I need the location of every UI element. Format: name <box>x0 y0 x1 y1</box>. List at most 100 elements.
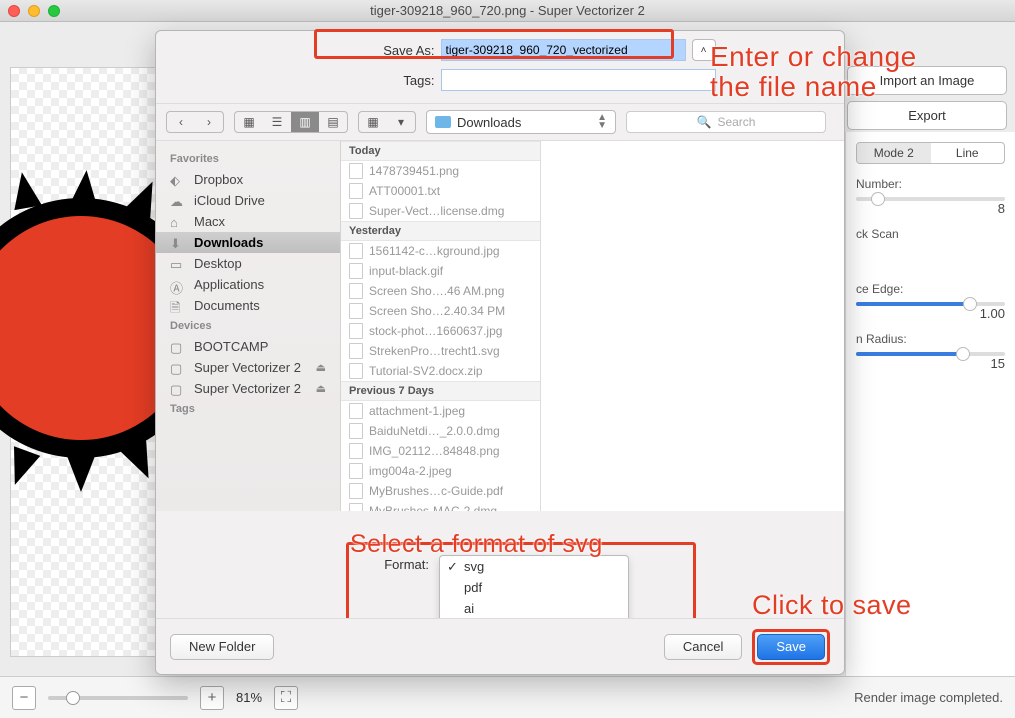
file-icon <box>349 323 363 339</box>
file-icon <box>349 203 363 219</box>
sheet-footer: New Folder Cancel Save <box>156 618 844 674</box>
tab-mode2[interactable]: Mode 2 <box>857 143 931 163</box>
sidebar-header-tags: Tags <box>156 399 340 419</box>
file-item[interactable]: ATT00001.txt <box>341 181 540 201</box>
mode-tabs[interactable]: Mode 2 Line <box>856 142 1005 164</box>
file-item[interactable]: MyBrushes…c-Guide.pdf <box>341 481 540 501</box>
nav-back-forward[interactable]: ‹› <box>166 111 224 133</box>
file-name: 1478739451.png <box>369 164 459 178</box>
file-item[interactable]: Tutorial-SV2.docx.zip <box>341 361 540 381</box>
eject-icon: ⏏ <box>316 361 326 374</box>
sidebar-item-desktop[interactable]: ▭Desktop <box>156 253 340 274</box>
file-icon <box>349 263 363 279</box>
annotation-text-format: Select a format of svg <box>350 530 603 559</box>
new-folder-button[interactable]: New Folder <box>170 634 274 660</box>
sidebar-item-sv2-1[interactable]: ▢Super Vectorizer 2⏏ <box>156 357 340 378</box>
window-title: tiger-309218_960_720.png - Super Vectori… <box>0 3 1015 18</box>
file-column[interactable]: Today 1478739451.png ATT00001.txt Super-Vec… <box>341 141 541 511</box>
file-name: Tutorial-SV2.docx.zip <box>369 364 483 378</box>
window-titlebar: tiger-309218_960_720.png - Super Vectori… <box>0 0 1015 22</box>
format-option[interactable]: svg <box>440 556 628 577</box>
format-option[interactable]: pdf <box>440 577 628 598</box>
file-name: Super-Vect…license.dmg <box>369 204 504 218</box>
view-mode-segment[interactable]: ▦☰▥▤ <box>234 111 348 133</box>
radius-slider[interactable] <box>856 352 1005 356</box>
file-item[interactable]: StrekenPro…trecht1.svg <box>341 341 540 361</box>
file-item[interactable]: IMG_02112…84848.png <box>341 441 540 461</box>
tags-input[interactable] <box>441 69 716 91</box>
search-placeholder: Search <box>717 115 755 129</box>
sidebar-item-icloud[interactable]: ☁iCloud Drive <box>156 190 340 211</box>
file-item[interactable]: 1478739451.png <box>341 161 540 181</box>
zoom-in-button[interactable]: + <box>200 686 224 710</box>
file-item[interactable]: MyBrushes-MAC-2.dmg <box>341 501 540 511</box>
file-icon <box>349 503 363 511</box>
zoom-slider[interactable] <box>48 696 188 700</box>
file-preview <box>541 141 844 511</box>
file-name: IMG_02112…84848.png <box>369 444 500 458</box>
file-name: 1561142-c…kground.jpg <box>369 244 500 258</box>
file-group-header: Previous 7 Days <box>341 381 540 401</box>
file-item[interactable]: Screen Sho….46 AM.png <box>341 281 540 301</box>
arrange-menu[interactable]: ▦▾ <box>358 111 416 133</box>
file-name: StrekenPro…trecht1.svg <box>369 344 500 358</box>
updown-icon: ▲▼ <box>597 114 607 130</box>
view-columns-icon: ▥ <box>291 112 319 132</box>
file-icon <box>349 183 363 199</box>
file-icon <box>349 423 363 439</box>
view-coverflow-icon: ▤ <box>319 112 347 132</box>
file-item[interactable]: img004a-2.jpeg <box>341 461 540 481</box>
file-item[interactable]: Screen Sho…2.40.34 PM <box>341 301 540 321</box>
sidebar-item-sv2-2[interactable]: ▢Super Vectorizer 2⏏ <box>156 378 340 399</box>
file-name: BaiduNetdi…_2.0.0.dmg <box>369 424 500 438</box>
file-item[interactable]: 1561142-c…kground.jpg <box>341 241 540 261</box>
annotation-text-filename: Enter or change the file name <box>710 42 917 102</box>
sidebar: Favorites ⬖Dropbox ☁iCloud Drive ⌂Macx ⬇… <box>156 141 341 511</box>
scan-label: ck Scan <box>856 227 899 241</box>
tab-line[interactable]: Line <box>931 143 1005 163</box>
zoom-out-button[interactable]: − <box>12 686 36 710</box>
file-item[interactable]: BaiduNetdi…_2.0.0.dmg <box>341 421 540 441</box>
file-group-header: Today <box>341 141 540 161</box>
export-button[interactable]: Export <box>847 101 1007 130</box>
sidebar-item-macx[interactable]: ⌂Macx <box>156 211 340 232</box>
disk-icon: ▢ <box>170 361 186 375</box>
search-field[interactable]: 🔍 Search <box>626 111 826 133</box>
save-button[interactable]: Save <box>757 634 825 660</box>
file-item[interactable]: attachment-1.jpeg <box>341 401 540 421</box>
fit-screen-button[interactable]: ⛶ <box>274 686 298 710</box>
file-name: Screen Sho…2.40.34 PM <box>369 304 505 318</box>
file-name: input-black.gif <box>369 264 443 278</box>
folder-popup[interactable]: Downloads ▲▼ <box>426 110 616 134</box>
save-sheet: Save As: ˄ Tags: ‹› ▦☰▥▤ ▦▾ Downloads ▲▼… <box>155 30 845 675</box>
view-icon-grid-icon: ▦ <box>235 112 263 132</box>
cancel-button[interactable]: Cancel <box>664 634 742 660</box>
dropbox-icon: ⬖ <box>170 173 186 187</box>
format-option[interactable]: ai <box>440 598 628 619</box>
tags-label: Tags: <box>375 73 435 88</box>
annotation-box-saveas <box>314 29 674 59</box>
file-icon <box>349 463 363 479</box>
sidebar-item-downloads[interactable]: ⬇Downloads <box>156 232 340 253</box>
file-item[interactable]: input-black.gif <box>341 261 540 281</box>
file-item[interactable]: Super-Vect…license.dmg <box>341 201 540 221</box>
documents-icon: 🗎 <box>170 299 186 313</box>
file-icon <box>349 283 363 299</box>
disk-icon: ▢ <box>170 340 186 354</box>
file-name: stock-phot…1660637.jpg <box>369 324 502 338</box>
sidebar-item-bootcamp[interactable]: ▢BOOTCAMP <box>156 336 340 357</box>
file-icon <box>349 243 363 259</box>
edge-slider[interactable] <box>856 302 1005 306</box>
sidebar-item-dropbox[interactable]: ⬖Dropbox <box>156 169 340 190</box>
file-item[interactable]: stock-phot…1660637.jpg <box>341 321 540 341</box>
sidebar-item-applications[interactable]: ⒶApplications <box>156 274 340 295</box>
file-name: Screen Sho….46 AM.png <box>369 284 504 298</box>
zoom-value: 81% <box>236 690 262 705</box>
file-icon <box>349 363 363 379</box>
file-icon <box>349 483 363 499</box>
sidebar-item-documents[interactable]: 🗎Documents <box>156 295 340 316</box>
file-name: MyBrushes-MAC-2.dmg <box>369 504 497 511</box>
number-slider[interactable] <box>856 197 1005 201</box>
applications-icon: Ⓐ <box>170 278 186 292</box>
file-icon <box>349 303 363 319</box>
